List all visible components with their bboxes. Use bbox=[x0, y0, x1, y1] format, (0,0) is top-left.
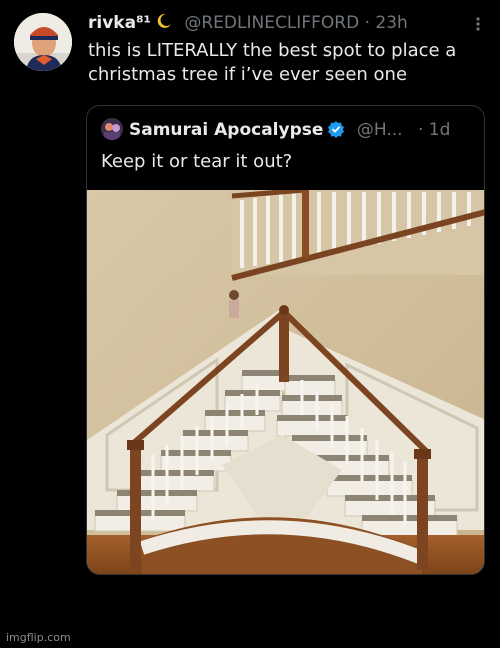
quote-display-name[interactable]: Samurai Apocalypse bbox=[129, 120, 323, 140]
avatar[interactable] bbox=[14, 13, 72, 71]
staircase-photo[interactable] bbox=[87, 190, 484, 574]
tweet-header: rivka⁸¹ @REDLINECLIFFORD · 23h bbox=[88, 12, 488, 36]
quote-header: Samurai Apocalypse @H... · 1d bbox=[101, 118, 450, 142]
quote-handle[interactable]: @H... bbox=[357, 120, 403, 140]
display-name[interactable]: rivka⁸¹ bbox=[88, 13, 151, 33]
crescent-moon-icon bbox=[155, 12, 173, 30]
more-options-icon[interactable] bbox=[474, 16, 482, 32]
quote-avatar[interactable] bbox=[101, 118, 123, 140]
quote-tweet-card[interactable]: Samurai Apocalypse @H... · 1d Keep it or… bbox=[86, 105, 485, 575]
quote-timestamp: · 1d bbox=[418, 120, 450, 140]
separator-dot: · bbox=[364, 13, 370, 33]
quote-separator-dot: · bbox=[417, 120, 424, 140]
verified-badge-icon bbox=[327, 120, 345, 138]
timestamp[interactable]: 23h bbox=[375, 13, 407, 33]
watermark: imgflip.com bbox=[6, 631, 71, 644]
tweet-text: this is LITERALLY the best spot to place… bbox=[88, 40, 457, 85]
quote-text: Keep it or tear it out? bbox=[101, 151, 293, 172]
user-handle[interactable]: @REDLINECLIFFORD bbox=[184, 13, 359, 33]
quote-time[interactable]: 1d bbox=[429, 120, 451, 140]
